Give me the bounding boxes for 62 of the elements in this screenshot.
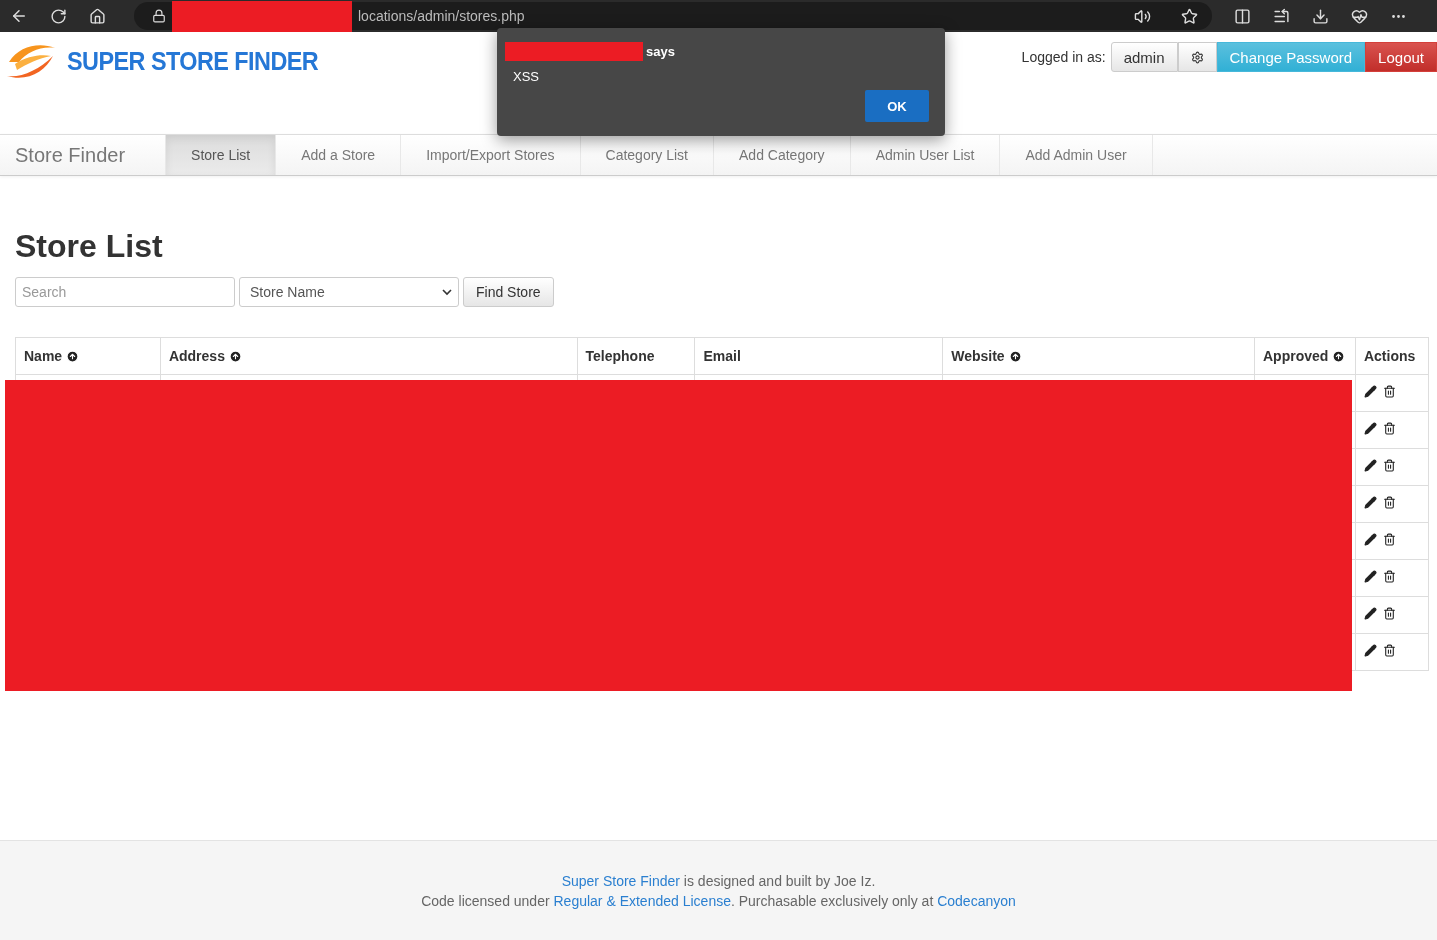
column-header[interactable]: Name [15, 337, 161, 375]
delete-icon[interactable] [1382, 422, 1396, 435]
sort-icon[interactable] [1332, 349, 1346, 363]
logout-button[interactable]: Logout [1365, 42, 1437, 72]
edit-icon[interactable] [1363, 459, 1377, 472]
column-header: Actions [1355, 337, 1429, 375]
lock-icon [152, 9, 166, 23]
reload-icon[interactable] [50, 7, 67, 25]
field-select[interactable]: Store Name [239, 277, 459, 307]
back-icon[interactable] [10, 7, 28, 25]
column-header: Email [694, 337, 943, 375]
delete-icon[interactable] [1382, 385, 1396, 398]
delete-icon[interactable] [1382, 496, 1396, 509]
footer-text: Super Store Finder is designed and built by Joe Iz. [561, 872, 876, 889]
nav-tab[interactable]: Store List [165, 135, 276, 175]
settings-icon [1190, 50, 1204, 64]
column-header[interactable]: Website [942, 337, 1255, 375]
column-header[interactable]: Approved [1254, 337, 1356, 375]
dialog-message: XSS [513, 69, 540, 84]
heart-pulse-icon[interactable] [1351, 7, 1368, 25]
find-store-button[interactable]: Find Store [463, 277, 554, 307]
edit-icon[interactable] [1363, 644, 1377, 657]
brand-link[interactable]: Store Finder [0, 135, 166, 175]
user-button[interactable]: admin [1110, 42, 1178, 72]
edit-icon[interactable] [1363, 607, 1377, 620]
edit-icon[interactable] [1363, 570, 1377, 583]
edit-icon[interactable] [1363, 496, 1377, 509]
address-bar[interactable]: locations/admin/stores.php [134, 2, 1212, 30]
edit-icon[interactable] [1363, 533, 1377, 546]
split-screen-icon[interactable] [1234, 7, 1251, 25]
delete-icon[interactable] [1382, 607, 1396, 620]
sort-icon[interactable] [66, 349, 80, 363]
delete-icon[interactable] [1382, 533, 1396, 546]
sort-icon[interactable] [228, 349, 242, 363]
settings-button[interactable] [1177, 42, 1217, 72]
star-icon[interactable] [1181, 7, 1198, 25]
read-aloud-icon[interactable] [1134, 7, 1151, 25]
footer-link[interactable]: Regular & Extended License [553, 892, 731, 909]
sort-icon[interactable] [1008, 349, 1022, 363]
column-header: Telephone [577, 337, 695, 375]
favorites-icon[interactable] [1273, 7, 1290, 25]
home-icon[interactable] [89, 7, 106, 25]
footer-link[interactable]: Super Store Finder [561, 872, 680, 889]
delete-icon[interactable] [1382, 459, 1396, 472]
footer-link[interactable]: Codecanyon [937, 892, 1016, 909]
search-field[interactable]: Search [15, 277, 235, 307]
edit-icon[interactable] [1363, 422, 1377, 435]
page-title: Store List [15, 228, 164, 265]
delete-icon[interactable] [1382, 644, 1396, 657]
logo-text: SUPER STORE FINDER [67, 45, 319, 77]
download-icon[interactable] [1312, 7, 1329, 25]
edit-icon[interactable] [1363, 385, 1377, 398]
footer-text: Code licensed under Regular & Extended License. Purchasable exclusively only at Codecanyon [421, 892, 1016, 909]
delete-icon[interactable] [1382, 570, 1396, 583]
column-header[interactable]: Address [160, 337, 577, 375]
url-text: locations/admin/stores.php [358, 8, 525, 24]
logged-in-label: Logged in as: [1021, 49, 1106, 65]
nav-tab[interactable]: Add a Store [275, 135, 401, 175]
dialog-origin-text: says [646, 44, 675, 59]
nav-tab[interactable]: Add Admin User [999, 135, 1152, 175]
ok-button[interactable]: OK [865, 90, 929, 122]
caret-icon [442, 288, 452, 296]
